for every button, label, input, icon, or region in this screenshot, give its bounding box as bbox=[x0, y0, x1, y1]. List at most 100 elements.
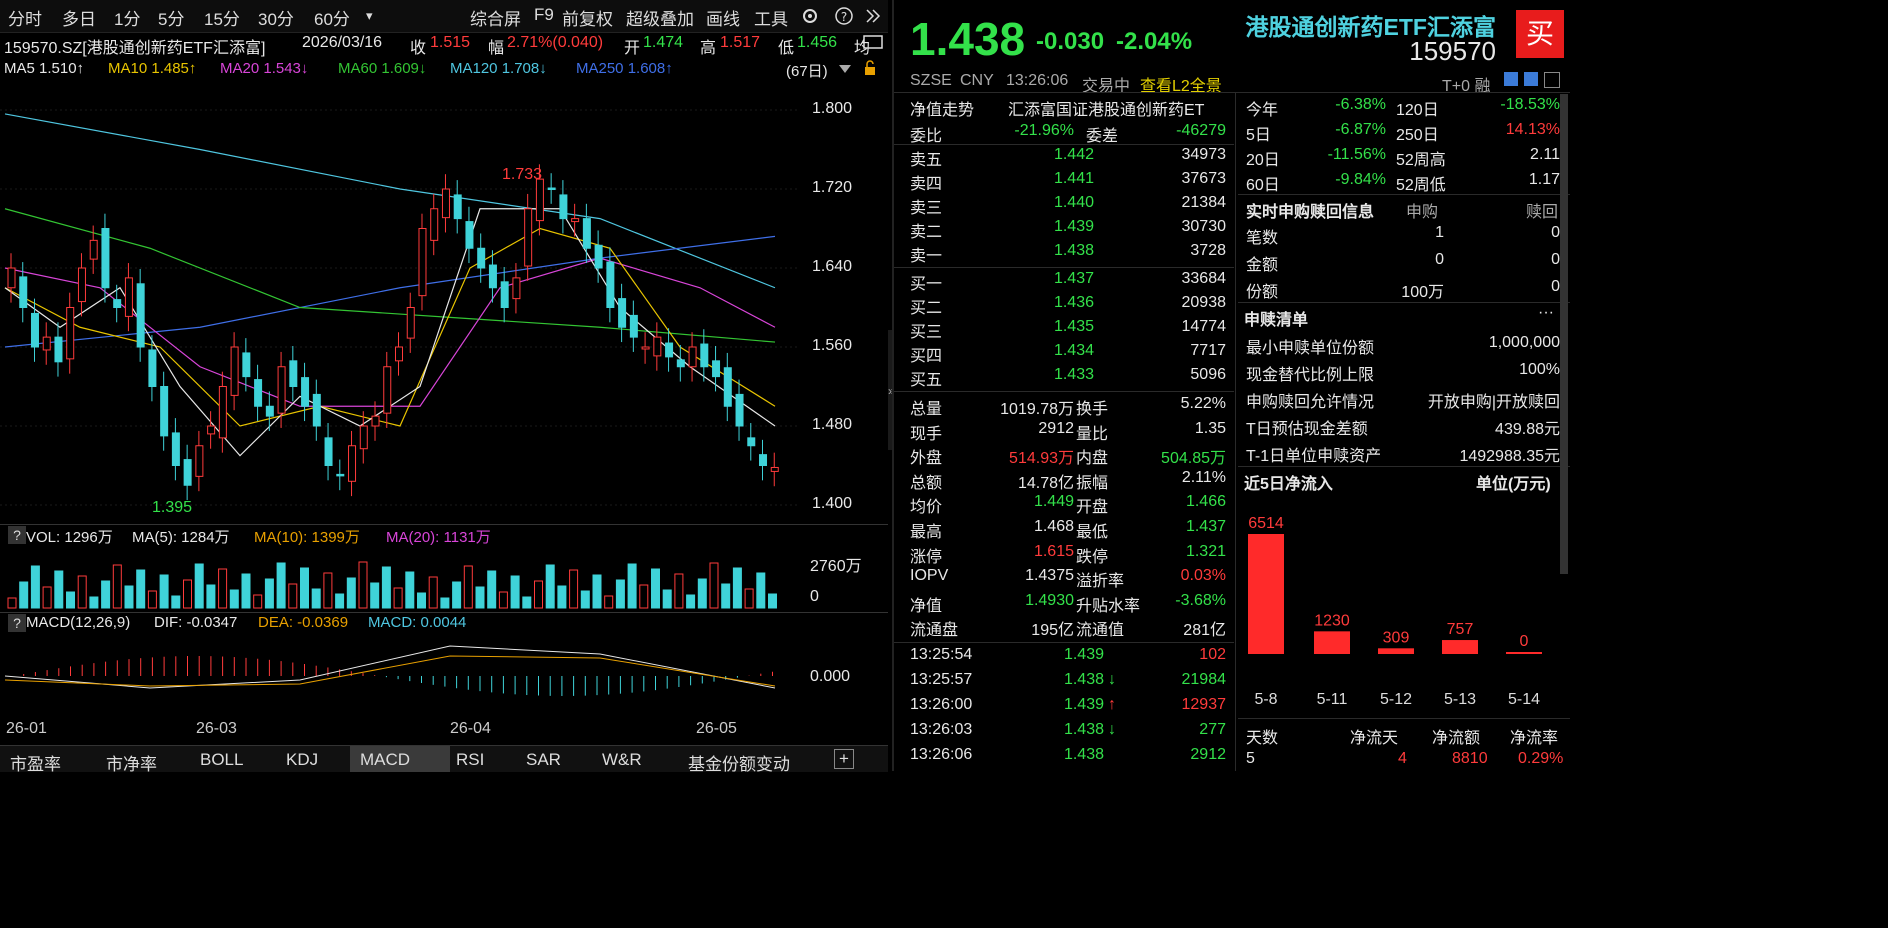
security-code: 159570.SZ[港股通创新药ETF汇添富] bbox=[4, 40, 266, 57]
tool-f9[interactable]: F9 bbox=[534, 5, 554, 25]
redeem-list-label: T日预估现金差额 bbox=[1246, 421, 1368, 438]
period-tab-5min[interactable]: 5分 bbox=[158, 5, 184, 30]
gear-icon[interactable] bbox=[800, 6, 820, 31]
price-axis-label: 1.800 bbox=[812, 100, 853, 117]
tab-fund-shares[interactable]: 基金份额变动 bbox=[688, 750, 790, 775]
perf-label: 今年 bbox=[1246, 102, 1279, 119]
stat-value: 2912 bbox=[1038, 419, 1074, 437]
inflow-net-rate-value: 0.29% bbox=[1518, 750, 1564, 767]
redeem-value: 0 bbox=[1551, 224, 1560, 241]
redeem-header: 赎回 bbox=[1526, 204, 1559, 221]
tool-forward-adjust[interactable]: 前复权 bbox=[562, 5, 613, 30]
subscribe-row-label: 金额 bbox=[1246, 257, 1279, 274]
inflow-bar bbox=[1506, 652, 1542, 654]
tick-price: 1.438 bbox=[1063, 671, 1104, 688]
tab-boll[interactable]: BOLL bbox=[200, 750, 243, 770]
stat-label: 现手 bbox=[910, 425, 943, 443]
buy-button[interactable]: 买 bbox=[1516, 10, 1564, 58]
chart-icon[interactable] bbox=[1524, 72, 1538, 86]
bid-row: 买三 1.435 14774 bbox=[894, 318, 1234, 342]
inflow-days-header: 天数 bbox=[1246, 730, 1279, 747]
change-label: 幅 bbox=[488, 40, 505, 57]
perf-label: 20日 bbox=[1246, 152, 1280, 169]
macd-dif: DIF: -0.0347 bbox=[154, 614, 238, 631]
inflow-unit: 单位(万元) bbox=[1476, 476, 1551, 493]
tab-pe[interactable]: 市盈率 bbox=[10, 750, 61, 775]
ask-price: 1.439 bbox=[1053, 218, 1094, 235]
edit-icon[interactable] bbox=[1504, 72, 1518, 86]
tick-price: 1.439 bbox=[1063, 696, 1104, 713]
tool-tools[interactable]: 工具 bbox=[754, 5, 788, 30]
tick-price: 1.438 bbox=[1063, 721, 1104, 738]
screen-icon[interactable] bbox=[862, 34, 884, 57]
macd-header: ? MACD(12,26,9) DIF: -0.0347 DEA: -0.036… bbox=[0, 612, 888, 636]
stat-value: 2.11% bbox=[1181, 468, 1226, 486]
period-tab-60min[interactable]: 60分 bbox=[314, 5, 350, 30]
period-tab-fenshi[interactable]: 分时 bbox=[8, 5, 42, 30]
ask-label: 卖二 bbox=[910, 224, 943, 241]
inflow-net-days-header: 净流天 bbox=[1350, 730, 1399, 747]
svg-text:?: ? bbox=[841, 10, 847, 24]
macd-chart[interactable]: 0.000 bbox=[0, 636, 888, 718]
quote-info-row: 159570.SZ[港股通创新药ETF汇添富] 2026/03/16 收 1.5… bbox=[0, 32, 888, 57]
ask-price: 1.442 bbox=[1053, 146, 1094, 163]
stat-label: 最低 bbox=[1076, 524, 1109, 541]
inflow-bar bbox=[1378, 648, 1414, 654]
quote-panel: 1.438 -0.030 -2.04% 港股通创新药ETF汇添富 159570 … bbox=[892, 0, 1570, 771]
tab-wr[interactable]: W&R bbox=[602, 750, 642, 770]
arrow-down-icon: ↓ bbox=[1108, 721, 1116, 738]
inflow-bar bbox=[1314, 631, 1350, 654]
inflow-value-label: 6514 bbox=[1248, 515, 1284, 532]
tool-draw-line[interactable]: 画线 bbox=[706, 5, 740, 30]
period-more-dropdown[interactable]: ▾ bbox=[366, 8, 373, 24]
stat-value: 1.321 bbox=[1185, 542, 1226, 560]
last-price: 1.438 bbox=[910, 13, 1026, 65]
ma20-label: MA20 1.543↓ bbox=[220, 60, 309, 77]
stat-label: 流通盘 bbox=[910, 622, 959, 640]
tool-composite-screen[interactable]: 综合屏 bbox=[470, 5, 521, 30]
tab-kdj[interactable]: KDJ bbox=[286, 750, 318, 770]
bid-row: 买一 1.437 33684 bbox=[894, 270, 1234, 294]
price-axis-label: 1.720 bbox=[812, 179, 853, 196]
kline-chart[interactable]: 1.800 1.720 1.640 1.560 1.480 1.400 1.73… bbox=[0, 82, 888, 522]
ask-volume: 3728 bbox=[1190, 242, 1226, 259]
more-icon[interactable]: ··· bbox=[1538, 304, 1554, 322]
inflow-value-label: 0 bbox=[1520, 633, 1529, 650]
ask-label: 卖三 bbox=[910, 200, 943, 217]
scrollbar[interactable] bbox=[1560, 94, 1568, 574]
perf-label: 120日 bbox=[1396, 102, 1439, 119]
inflow-value-label: 1230 bbox=[1314, 612, 1350, 629]
period-tab-15min[interactable]: 15分 bbox=[204, 5, 240, 30]
vol-value: VOL: 1296万 bbox=[26, 529, 113, 546]
macd-help-icon[interactable]: ? bbox=[8, 614, 26, 632]
volume-chart[interactable]: 2760万 0 bbox=[0, 550, 888, 610]
stat-value: 1.437 bbox=[1185, 518, 1226, 535]
tab-sar[interactable]: SAR bbox=[526, 750, 561, 770]
triangle-down-icon[interactable] bbox=[838, 62, 852, 79]
help-icon[interactable]: ? bbox=[834, 6, 854, 31]
lock-icon[interactable] bbox=[862, 60, 878, 80]
volume-help-icon[interactable]: ? bbox=[8, 526, 26, 544]
tab-rsi[interactable]: RSI bbox=[456, 750, 484, 770]
ma250-label: MA250 1.608↑ bbox=[576, 60, 673, 77]
stat-label: 换手 bbox=[1076, 401, 1109, 418]
nav-trend-label[interactable]: 净值走势 bbox=[910, 96, 974, 120]
tool-super-overlay[interactable]: 超级叠加 bbox=[626, 5, 694, 30]
volume-header: ? VOL: 1296万 MA(5): 1284万 MA(10): 1399万 … bbox=[0, 524, 888, 548]
tick-volume: 21984 bbox=[1181, 671, 1227, 688]
period-tab-multiday[interactable]: 多日 bbox=[62, 5, 96, 30]
period-count[interactable]: (67日) bbox=[786, 60, 828, 81]
add-indicator-button[interactable]: + bbox=[834, 749, 854, 769]
double-chevron-right-icon[interactable] bbox=[864, 6, 882, 31]
expand-icon[interactable] bbox=[1544, 72, 1560, 88]
indicator-tabs: 市盈率 市净率 BOLL KDJ MACD RSI SAR W&R 基金份额变动… bbox=[0, 745, 888, 775]
tab-pb[interactable]: 市净率 bbox=[106, 750, 157, 775]
redeem-list-label: T-1日单位申赎资产 bbox=[1246, 448, 1382, 465]
period-tab-30min[interactable]: 30分 bbox=[258, 5, 294, 30]
stat-value: 195亿 bbox=[1031, 622, 1074, 640]
inflow-bar-chart: 6514 5-8 1230 5-11 309 5-12 757 5-13 0 5-14 bbox=[1248, 515, 1542, 708]
period-tab-1min[interactable]: 1分 bbox=[114, 5, 140, 30]
bid-price: 1.433 bbox=[1053, 366, 1094, 383]
ask-label: 卖四 bbox=[910, 176, 943, 193]
tab-macd[interactable]: MACD bbox=[350, 746, 451, 772]
